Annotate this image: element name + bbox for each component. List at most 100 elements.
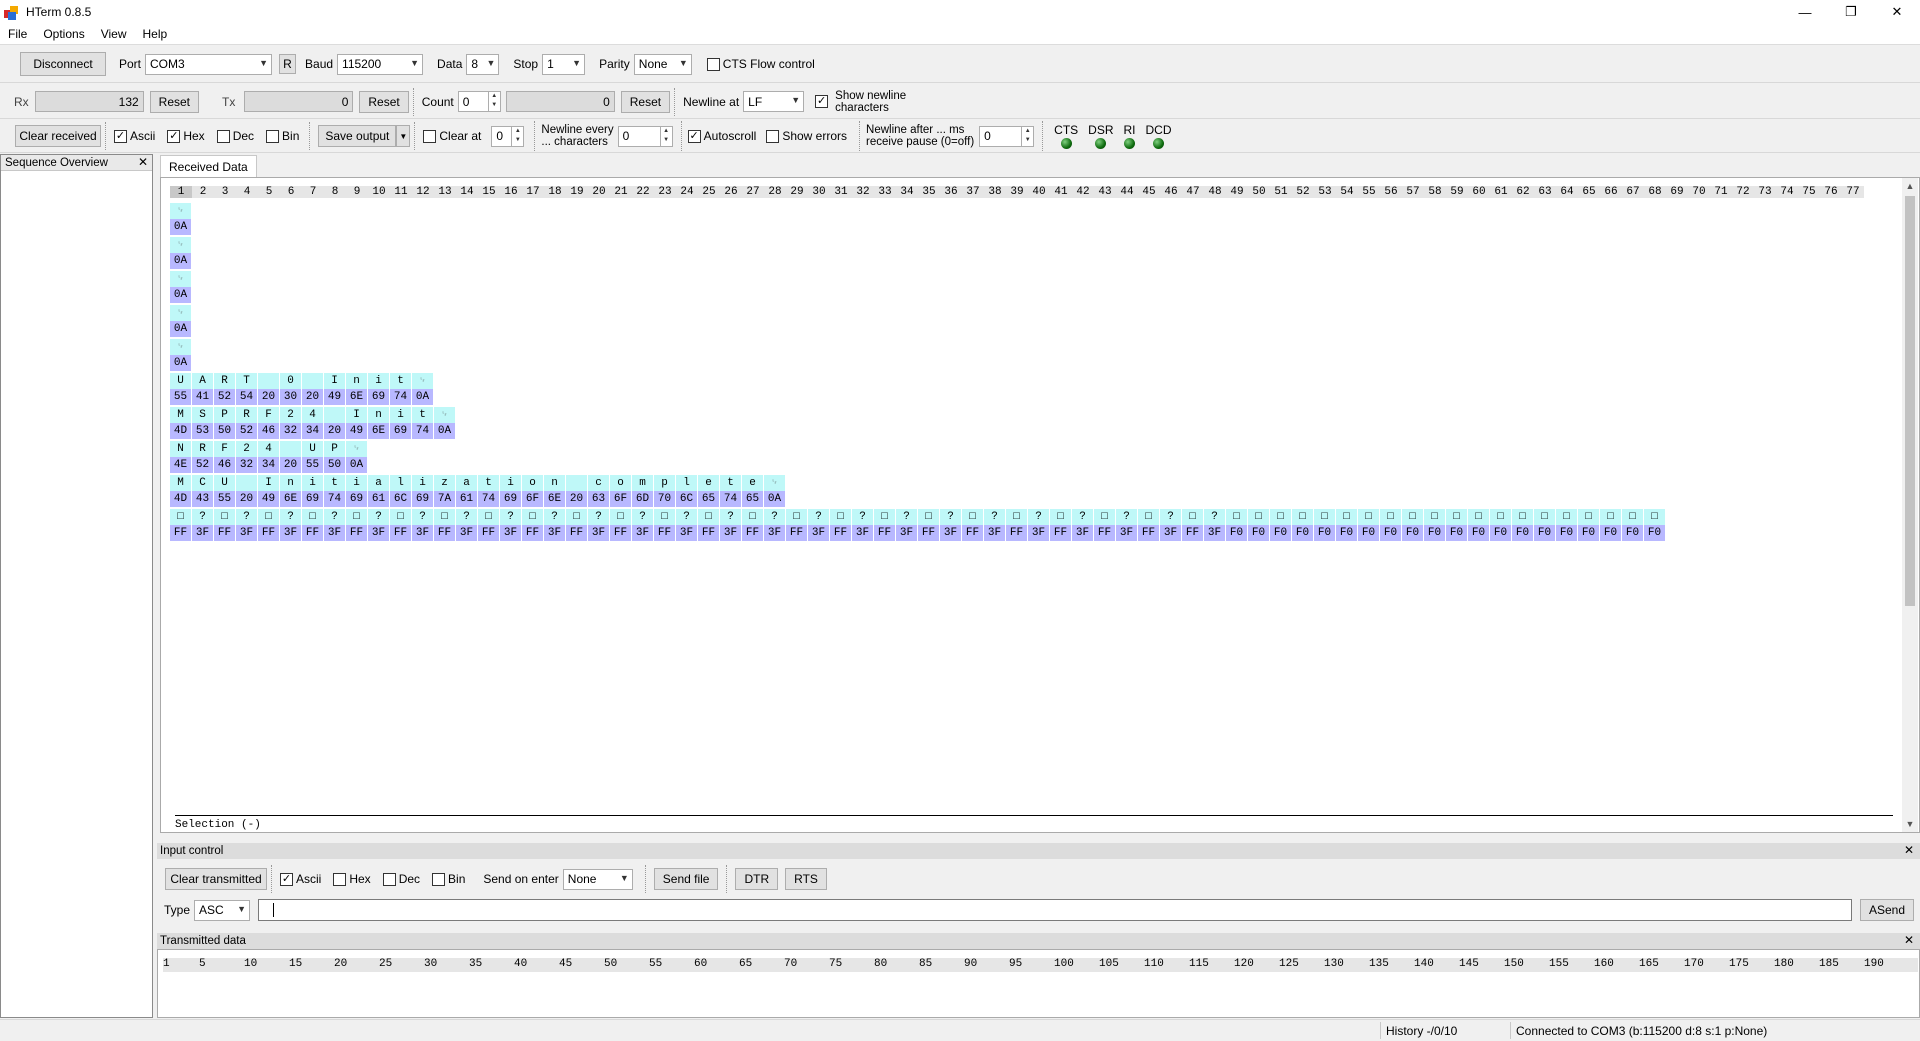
byte-cell[interactable]: □ FF (786, 509, 807, 543)
count-stepper[interactable]: 0 ▲ ▼ (457, 91, 501, 112)
vertical-scrollbar[interactable]: ▲ ▼ (1902, 178, 1918, 832)
received-data-view[interactable]: 1 2 3 4 5 6 7 8 9 10 11 12 13 14 15 16 17 18 19 20 21 22 23 24 2… (160, 177, 1920, 833)
byte-cell[interactable]: □ FF (874, 509, 895, 543)
byte-cell[interactable]: a 61 (456, 475, 477, 509)
byte-cell[interactable]: □ F0 (1226, 509, 1247, 543)
byte-cell[interactable]: i 69 (346, 475, 367, 509)
byte-cell[interactable]: 20 (302, 373, 323, 407)
stepper-arrows-icon[interactable]: ▲ ▼ (487, 92, 500, 111)
byte-cell[interactable]: □ F0 (1402, 509, 1423, 543)
byte-cell[interactable]: □ F0 (1556, 509, 1577, 543)
byte-cell[interactable]: □ F0 (1336, 509, 1357, 543)
byte-cell[interactable]: □ FF (1138, 509, 1159, 543)
byte-cell[interactable]: I 49 (258, 475, 279, 509)
byte-cell[interactable]: ? 3F (588, 509, 609, 543)
byte-cell[interactable]: □ F0 (1512, 509, 1533, 543)
minimize-icon[interactable]: — (1782, 0, 1828, 24)
byte-cell[interactable]: □ F0 (1248, 509, 1269, 543)
stepper-arrows-icon[interactable]: ▲ ▼ (1021, 126, 1033, 146)
byte-cell[interactable]: □ F0 (1446, 509, 1467, 543)
byte-cell[interactable]: n 6E (544, 475, 565, 509)
byte-cell[interactable]: p 70 (654, 475, 675, 509)
byte-cell[interactable]: 2 32 (236, 441, 257, 475)
byte-cell[interactable]: ? 3F (368, 509, 389, 543)
menu-file[interactable]: File (0, 27, 35, 41)
byte-cell[interactable]: e 65 (742, 475, 763, 509)
byte-cell[interactable]: □ FF (566, 509, 587, 543)
byte-cell[interactable]: M 4D (170, 475, 191, 509)
byte-cell[interactable]: ␊ 0A (170, 305, 191, 339)
byte-cell[interactable]: A 41 (192, 373, 213, 407)
byte-cell[interactable]: ␊ 0A (170, 237, 191, 271)
byte-cell[interactable]: t 74 (390, 373, 411, 407)
clear-at-stepper[interactable]: 0 ▲ ▼ (491, 125, 525, 147)
menu-help[interactable]: Help (135, 27, 176, 41)
byte-cell[interactable]: □ F0 (1644, 509, 1665, 543)
byte-cell[interactable]: □ FF (830, 509, 851, 543)
byte-cell[interactable]: ? 3F (1204, 509, 1225, 543)
close-icon[interactable]: ✕ (1904, 933, 1914, 947)
byte-cell[interactable]: ? 3F (896, 509, 917, 543)
byte-cell[interactable]: □ F0 (1490, 509, 1511, 543)
type-select[interactable]: ASC ▼ (194, 899, 251, 921)
byte-cell[interactable]: □ F0 (1600, 509, 1621, 543)
byte-cell[interactable]: □ FF (434, 509, 455, 543)
byte-cell[interactable]: ? 3F (1072, 509, 1093, 543)
byte-cell[interactable]: ␊ 0A (346, 441, 367, 475)
tab-received-data[interactable]: Received Data (160, 155, 257, 177)
byte-cell[interactable]: ? 3F (852, 509, 873, 543)
byte-cell[interactable]: □ FF (214, 509, 235, 543)
byte-cell[interactable]: □ FF (478, 509, 499, 543)
byte-cell[interactable]: U 55 (170, 373, 191, 407)
send-dec-checkbox[interactable]: Dec (382, 872, 420, 886)
close-icon[interactable]: ✕ (1904, 843, 1914, 857)
refresh-port-button[interactable]: R (279, 54, 297, 74)
scroll-down-icon[interactable]: ▼ (1902, 816, 1918, 832)
byte-cell[interactable]: □ FF (1006, 509, 1027, 543)
byte-cell[interactable]: ? 3F (280, 509, 301, 543)
save-output-dropdown-icon[interactable]: ▼ (396, 125, 411, 147)
byte-cell[interactable]: □ F0 (1380, 509, 1401, 543)
byte-cell[interactable]: ? 3F (632, 509, 653, 543)
menu-view[interactable]: View (93, 27, 135, 41)
byte-cell[interactable]: m 6D (632, 475, 653, 509)
byte-cell[interactable]: 4 34 (302, 407, 323, 441)
send-bin-checkbox[interactable]: Bin (432, 872, 465, 886)
byte-cell[interactable]: 20 (566, 475, 587, 509)
byte-cell[interactable]: ? 3F (324, 509, 345, 543)
byte-cell[interactable]: M 4D (170, 407, 191, 441)
byte-cell[interactable]: ? 3F (1116, 509, 1137, 543)
byte-cell[interactable]: t 74 (720, 475, 741, 509)
byte-cell[interactable]: □ FF (170, 509, 191, 543)
byte-cell[interactable]: 4 34 (258, 441, 279, 475)
newline-every-stepper[interactable]: 0 ▲ ▼ (617, 125, 673, 147)
byte-cell[interactable]: C 43 (192, 475, 213, 509)
clear-transmitted-button[interactable]: Clear transmitted (165, 868, 267, 890)
send-input[interactable] (258, 899, 1852, 921)
byte-cell[interactable]: t 74 (412, 407, 433, 441)
byte-cell[interactable]: □ FF (302, 509, 323, 543)
byte-cell[interactable]: c 63 (588, 475, 609, 509)
send-on-enter-select[interactable]: None ▼ (562, 868, 633, 890)
byte-cell[interactable]: R 52 (192, 441, 213, 475)
byte-cell[interactable]: ? 3F (192, 509, 213, 543)
byte-cell[interactable]: e 65 (698, 475, 719, 509)
save-output-button[interactable]: Save output (318, 125, 397, 147)
byte-cell[interactable]: □ F0 (1622, 509, 1643, 543)
recv-dec-checkbox[interactable]: Dec (216, 129, 254, 143)
close-window-icon[interactable]: ✕ (1874, 0, 1920, 24)
byte-cell[interactable]: ␊ 0A (764, 475, 785, 509)
byte-cell[interactable]: ? 3F (236, 509, 257, 543)
byte-cell[interactable]: □ FF (390, 509, 411, 543)
rts-button[interactable]: RTS (785, 868, 827, 890)
byte-cell[interactable]: ␊ 0A (434, 407, 455, 441)
byte-cell[interactable]: U 55 (214, 475, 235, 509)
byte-cell[interactable]: F 46 (214, 441, 235, 475)
byte-cell[interactable]: □ FF (610, 509, 631, 543)
restore-icon[interactable]: ❐ (1828, 0, 1874, 24)
send-ascii-checkbox[interactable]: ✓ Ascii (280, 872, 321, 886)
newline-after-stepper[interactable]: 0 ▲ ▼ (979, 125, 1035, 147)
byte-cell[interactable]: ? 3F (764, 509, 785, 543)
byte-cell[interactable]: l 6C (390, 475, 411, 509)
byte-cell[interactable]: □ FF (962, 509, 983, 543)
